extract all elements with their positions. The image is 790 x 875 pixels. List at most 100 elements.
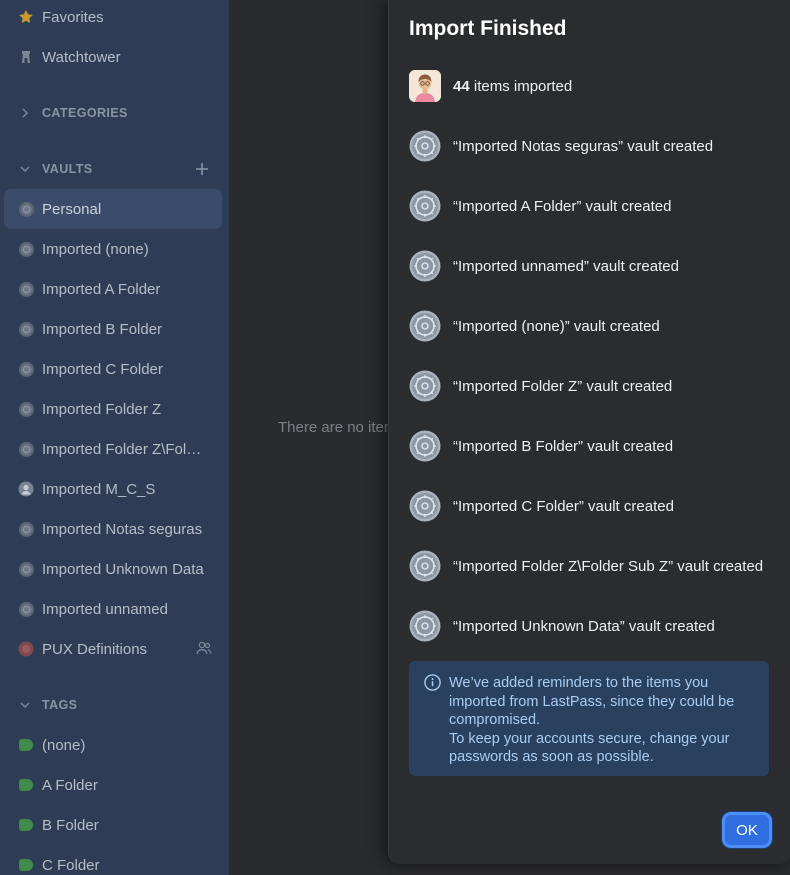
sidebar-vault-imported-unknown-data[interactable]: Imported Unknown Data: [4, 549, 222, 589]
user-avatar-icon: [409, 70, 441, 102]
sidebar-item-label: Imported (none): [42, 240, 149, 258]
items-imported-text: 44 items imported: [453, 78, 572, 95]
vault-result-row: “Imported Folder Z” vault created: [409, 370, 779, 402]
vault-icon: [18, 441, 34, 457]
sidebar-item-label: Watchtower: [42, 48, 121, 66]
sidebar-tag-a-folder[interactable]: A Folder: [4, 765, 222, 805]
vault-icon: [409, 610, 441, 642]
vault-result-row: “Imported Unknown Data” vault created: [409, 610, 779, 642]
vault-icon: [409, 190, 441, 222]
sidebar-item-label: Imported Folder Z\Fold...: [42, 440, 207, 458]
vault-icon: [409, 310, 441, 342]
vault-icon: [18, 241, 34, 257]
pux-vault-icon: [18, 641, 34, 657]
chevron-right-icon: [20, 108, 32, 118]
sidebar-item-label: Favorites: [42, 8, 104, 26]
vault-result-text: “Imported A Folder” vault created: [453, 197, 672, 215]
sidebar-vault-imported-b-folder[interactable]: Imported B Folder: [4, 309, 222, 349]
vault-icon: [409, 550, 441, 582]
vault-result-text: “Imported Folder Z\Folder Sub Z” vault c…: [453, 557, 764, 575]
sidebar: Favorites Watchtower CATEGORIES VAULTS P…: [0, 0, 229, 875]
vault-icon: [409, 130, 441, 162]
vault-result-text: “Imported B Folder” vault created: [453, 437, 674, 455]
info-icon: [424, 674, 441, 697]
sidebar-item-label: PUX Definitions: [42, 640, 148, 658]
sidebar-item-label: B Folder: [42, 816, 99, 834]
vault-result-row: “Imported B Folder” vault created: [409, 430, 779, 462]
vault-result-row: “Imported Notas seguras” vault created: [409, 130, 779, 162]
vault-icon: [18, 401, 34, 417]
sidebar-item-label: Personal: [42, 200, 102, 218]
items-imported-suffix: items imported: [469, 77, 573, 95]
sidebar-tag-c-folder[interactable]: C Folder: [4, 845, 222, 875]
sidebar-tag-none[interactable]: (none): [4, 725, 222, 765]
vault-icon: [409, 370, 441, 402]
vault-result-text: “Imported Folder Z” vault created: [453, 377, 673, 395]
sidebar-item-label: Imported A Folder: [42, 280, 161, 298]
sidebar-vault-imported-unnamed[interactable]: Imported unnamed: [4, 589, 222, 629]
vault-icon: [18, 321, 34, 337]
tags-section-header[interactable]: TAGS: [4, 690, 222, 720]
vault-icon: [18, 281, 34, 297]
vault-icon: [18, 561, 34, 577]
sidebar-item-label: (none): [42, 736, 86, 754]
sidebar-item-watchtower[interactable]: Watchtower: [4, 37, 222, 77]
watchtower-icon: [18, 49, 34, 65]
ok-button[interactable]: OK: [725, 815, 769, 845]
sidebar-vault-pux-definitions[interactable]: PUX Definitions: [4, 629, 222, 669]
tag-icon: [18, 777, 34, 793]
sidebar-item-label: Imported Folder Z: [42, 400, 162, 418]
vault-avatar-icon: [18, 481, 34, 497]
sidebar-item-label: C Folder: [42, 856, 100, 874]
vault-icon: [18, 601, 34, 617]
section-label: CATEGORIES: [42, 106, 128, 120]
add-vault-icon[interactable]: [192, 159, 212, 179]
sidebar-item-label: Imported C Folder: [42, 360, 163, 378]
vault-icon: [18, 361, 34, 377]
notice-text-line1: We’ve added reminders to the items you i…: [449, 675, 735, 728]
vault-icon: [18, 201, 34, 217]
vault-result-text: “Imported (none)” vault created: [453, 317, 660, 335]
sidebar-vault-imported-none[interactable]: Imported (none): [4, 229, 222, 269]
sidebar-item-label: Imported unnamed: [42, 600, 168, 618]
vault-result-row: “Imported unnamed” vault created: [409, 250, 779, 282]
sidebar-vault-personal[interactable]: Personal: [4, 189, 222, 229]
sidebar-vault-imported-c-folder[interactable]: Imported C Folder: [4, 349, 222, 389]
vault-result-row: “Imported A Folder” vault created: [409, 190, 779, 222]
shared-people-icon: [196, 641, 212, 659]
sidebar-item-label: Imported M_C_S: [42, 480, 156, 498]
sidebar-vault-imported-a-folder[interactable]: Imported A Folder: [4, 269, 222, 309]
vault-result-text: “Imported C Folder” vault created: [453, 497, 674, 515]
sidebar-tag-b-folder[interactable]: B Folder: [4, 805, 222, 845]
vault-result-row: “Imported Folder Z\Folder Sub Z” vault c…: [409, 550, 779, 582]
section-label: TAGS: [42, 698, 78, 712]
sidebar-vault-imported-folder-z-sub[interactable]: Imported Folder Z\Fold...: [4, 429, 222, 469]
categories-section-header[interactable]: CATEGORIES: [4, 98, 222, 128]
lastpass-reminder-notice: We’ve added reminders to the items you i…: [409, 661, 769, 776]
sidebar-item-label: Imported Unknown Data: [42, 560, 204, 578]
items-count: 44: [453, 77, 470, 95]
sidebar-vault-imported-folder-z[interactable]: Imported Folder Z: [4, 389, 222, 429]
items-imported-row: 44 items imported: [409, 70, 779, 102]
vault-result-row: “Imported C Folder” vault created: [409, 490, 779, 522]
empty-state-text: There are no items: [278, 419, 404, 436]
chevron-down-icon: [20, 700, 32, 710]
vault-icon: [409, 430, 441, 462]
vault-result-row: “Imported (none)” vault created: [409, 310, 779, 342]
vault-result-text: “Imported unnamed” vault created: [453, 257, 679, 275]
tag-icon: [18, 857, 34, 873]
vault-icon: [409, 490, 441, 522]
section-label: VAULTS: [42, 162, 93, 176]
notice-text-line2: To keep your accounts secure, change you…: [449, 730, 730, 766]
chevron-down-icon: [20, 164, 32, 174]
sidebar-vault-imported-m-c-s[interactable]: Imported M_C_S: [4, 469, 222, 509]
import-finished-dialog: Import Finished 44 items imported “Impor…: [388, 0, 790, 864]
vault-result-text: “Imported Unknown Data” vault created: [453, 617, 715, 635]
vault-icon: [409, 250, 441, 282]
sidebar-item-favorites[interactable]: Favorites: [4, 0, 222, 37]
sidebar-item-label: Imported Notas seguras: [42, 520, 203, 538]
sidebar-vault-imported-notas-seguras[interactable]: Imported Notas seguras: [4, 509, 222, 549]
star-icon: [18, 9, 34, 25]
vaults-section-header[interactable]: VAULTS: [4, 154, 222, 184]
sidebar-item-label: A Folder: [42, 776, 98, 794]
